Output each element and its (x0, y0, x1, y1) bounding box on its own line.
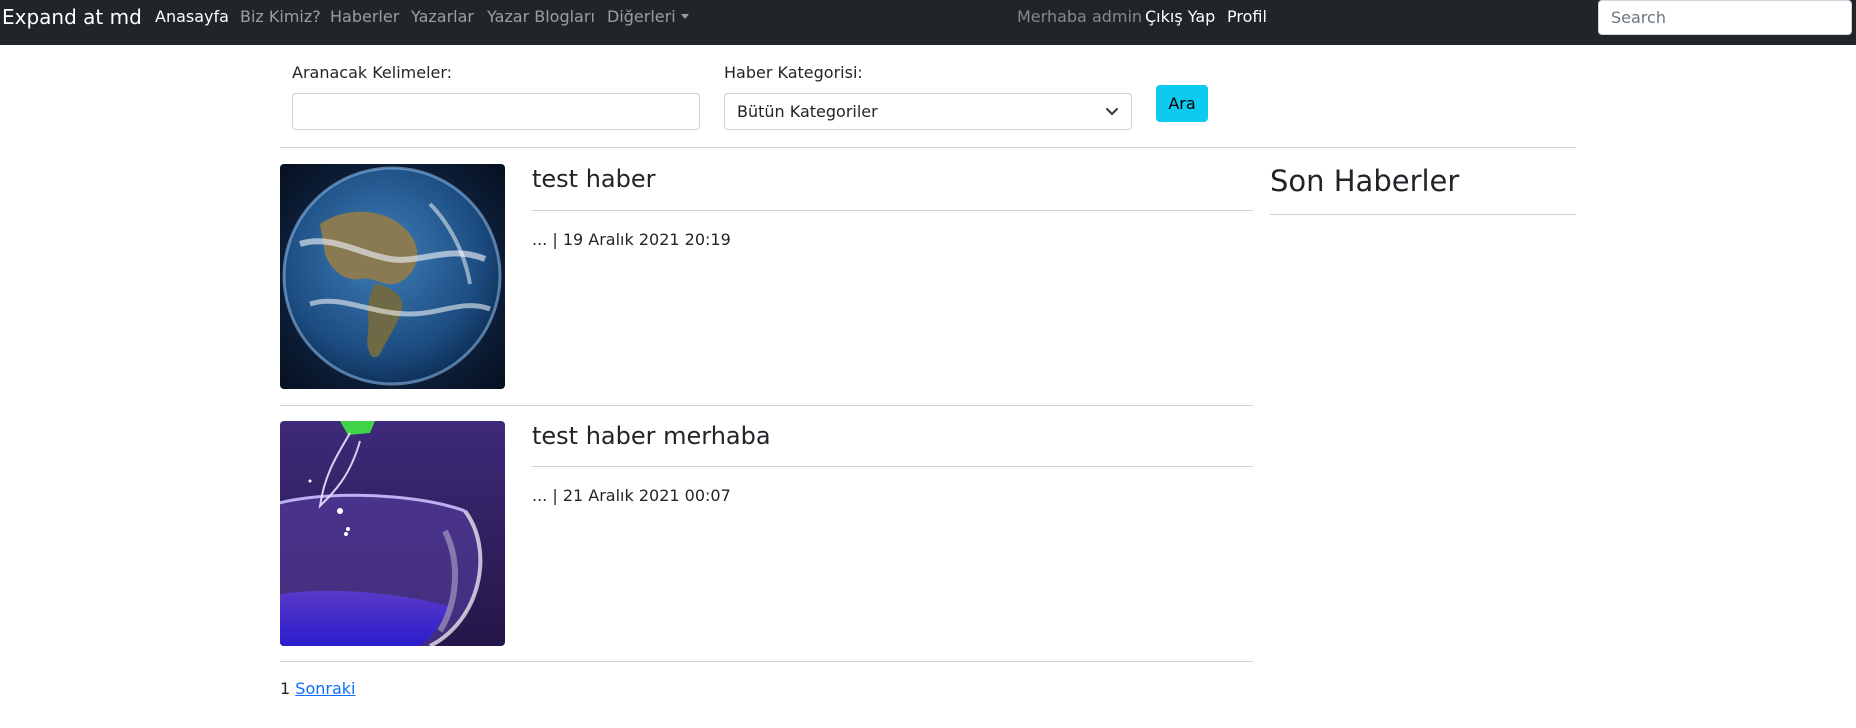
chevron-down-icon (1106, 108, 1118, 115)
news-meta-2: ... | 21 Aralık 2021 00:07 (532, 486, 731, 505)
navbar: Expand at md Anasayfa Biz Kimiz? Haberle… (0, 0, 1856, 45)
nav-link-haberler[interactable]: Haberler (330, 8, 399, 26)
news-divider-1 (280, 405, 1253, 406)
logout-link[interactable]: Çıkış Yap (1145, 8, 1215, 26)
nav-link-anasayfa[interactable]: Anasayfa (155, 8, 229, 26)
category-select[interactable]: Bütün Kategoriler (724, 93, 1132, 130)
news-title-2[interactable]: test haber merhaba (532, 421, 771, 451)
category-selected-value: Bütün Kategoriler (737, 102, 878, 121)
navbar-brand[interactable]: Expand at md (2, 5, 142, 29)
pagination-current: 1 (280, 679, 291, 698)
category-label: Haber Kategorisi: (724, 63, 863, 82)
sidebar-title: Son Haberler (1270, 164, 1460, 198)
news-title-divider-2 (532, 466, 1253, 467)
news-divider-2 (280, 661, 1253, 662)
pagination: 1 Sonraki (280, 679, 355, 699)
nav-link-yazarlar[interactable]: Yazarlar (411, 8, 474, 26)
nav-link-biz-kimiz[interactable]: Biz Kimiz? (240, 8, 321, 26)
news-thumbnail-glass[interactable] (280, 421, 505, 646)
profile-link[interactable]: Profil (1227, 8, 1267, 26)
keywords-label: Aranacak Kelimeler: (292, 63, 453, 82)
news-title-1[interactable]: test haber (532, 164, 656, 194)
navbar-search-input[interactable] (1598, 0, 1852, 35)
news-meta-1: ... | 19 Aralık 2021 20:19 (532, 230, 731, 249)
pagination-next-link[interactable]: Sonraki (295, 679, 355, 698)
greeting-text: Merhaba admin (1017, 7, 1143, 26)
earth-image (280, 164, 505, 389)
search-submit-button[interactable]: Ara (1156, 85, 1208, 122)
form-divider (280, 147, 1576, 148)
glass-image (280, 421, 505, 646)
news-thumbnail-earth[interactable] (280, 164, 505, 389)
news-title-divider-1 (532, 210, 1253, 211)
nav-dropdown-digerleri[interactable]: Diğerleri (607, 8, 689, 26)
nav-dropdown-label: Diğerleri (607, 7, 676, 26)
keywords-input[interactable] (292, 93, 700, 130)
sidebar-divider (1270, 214, 1576, 215)
caret-down-icon (680, 14, 689, 19)
nav-link-yazar-bloglari[interactable]: Yazar Blogları (487, 8, 595, 26)
